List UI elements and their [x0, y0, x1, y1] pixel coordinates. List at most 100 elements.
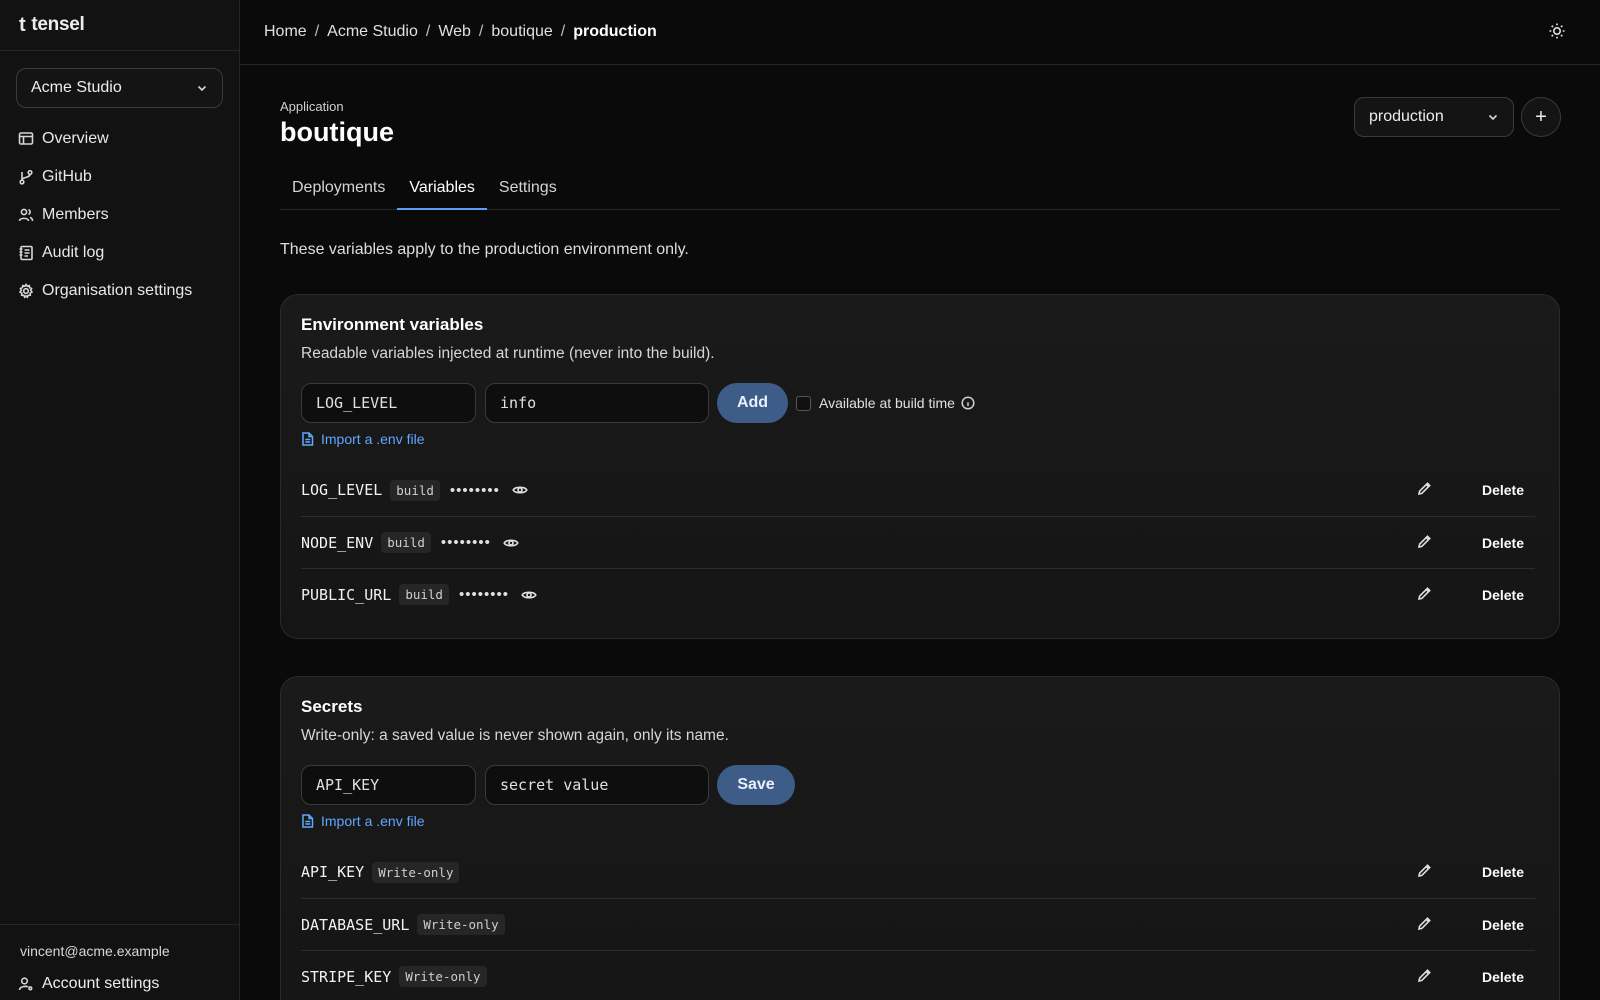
breadcrumb-separator: / — [425, 23, 431, 40]
sidebar-item-organisation-settings[interactable]: Organisation settings — [0, 272, 239, 310]
environment-selector[interactable]: production — [1354, 97, 1514, 137]
env-var-value-input[interactable]: info — [485, 383, 709, 423]
secret-name: API_KEY — [301, 863, 365, 881]
info-icon[interactable] — [961, 396, 975, 410]
secrets-card: Secrets Write-only: a saved value is nev… — [280, 676, 1560, 1000]
tab-bar: Deployments Variables Settings — [280, 173, 1560, 210]
environment-name: production — [1369, 108, 1444, 125]
build-time-label: Available at build time — [819, 395, 955, 411]
pencil-icon[interactable] — [1417, 916, 1435, 934]
masked-value: •••••••• — [440, 534, 491, 551]
sidebar-item-overview[interactable]: Overview — [0, 120, 239, 158]
delete-button[interactable]: Delete — [1471, 535, 1535, 551]
pencil-icon[interactable] — [1417, 863, 1435, 881]
tab-settings[interactable]: Settings — [487, 173, 569, 210]
secret-name: STRIPE_KEY — [301, 967, 392, 986]
sidebar-item-label: GitHub — [42, 168, 92, 185]
env-vars-description: Readable variables injected at runtime (… — [301, 345, 715, 362]
delete-button[interactable]: Delete — [1471, 482, 1535, 498]
build-time-checkbox[interactable] — [796, 395, 811, 411]
breadcrumb-org[interactable]: Acme Studio — [327, 23, 418, 41]
masked-value: •••••••• — [449, 481, 500, 499]
eye-icon[interactable] — [521, 587, 537, 603]
env-var-name-input[interactable]: LOG_LEVEL — [301, 383, 476, 423]
pencil-icon[interactable] — [1417, 534, 1435, 552]
audit-log-icon — [19, 245, 33, 261]
sidebar: t tensel Acme Studio Overview GitHub Mem… — [0, 0, 240, 1000]
sidebar-item-audit-log[interactable]: Audit log — [0, 234, 239, 272]
import-env-file-label: Import a .env file — [321, 431, 425, 447]
tab-deployments[interactable]: Deployments — [280, 173, 397, 210]
secret-name: DATABASE_URL — [301, 915, 410, 934]
org-name: Acme Studio — [31, 79, 122, 96]
breadcrumb-separator: / — [560, 23, 566, 40]
breadcrumb: Home / Acme Studio / Web / boutique / pr… — [264, 23, 657, 41]
breadcrumb-home[interactable]: Home — [264, 23, 307, 41]
write-only-badge: Write-only — [399, 966, 487, 987]
import-env-file-link[interactable]: Import a .env file — [301, 431, 425, 447]
env-var-name: PUBLIC_URL — [301, 585, 392, 604]
scope-note: These variables apply to the production … — [280, 241, 689, 258]
sidebar-item-label: Members — [42, 206, 109, 223]
breadcrumb-separator: / — [478, 23, 484, 40]
sun-icon — [1549, 23, 1565, 39]
build-badge: build — [399, 584, 449, 605]
eye-icon[interactable] — [512, 482, 528, 498]
sidebar-item-github[interactable]: GitHub — [0, 158, 239, 196]
row-actions: Delete — [1417, 517, 1535, 569]
delete-button[interactable]: Delete — [1471, 587, 1535, 603]
file-icon — [302, 814, 314, 828]
account-settings-label: Account settings — [42, 975, 160, 992]
delete-button[interactable]: Delete — [1471, 864, 1535, 880]
breadcrumb-app[interactable]: boutique — [491, 23, 552, 41]
build-badge: build — [381, 532, 431, 553]
write-only-badge: Write-only — [417, 914, 505, 935]
plus-icon: + — [1535, 105, 1547, 128]
sidebar-item-label: Overview — [42, 130, 109, 147]
overview-icon — [18, 132, 34, 145]
eye-icon[interactable] — [503, 535, 519, 551]
brand-mark-icon: t — [19, 13, 26, 36]
add-env-var-button[interactable]: Add — [717, 383, 788, 423]
env-var-row: NODE_ENV build •••••••• Delete — [301, 516, 1535, 568]
breadcrumb-environment: production — [573, 23, 657, 40]
row-actions: Delete — [1417, 569, 1535, 621]
file-icon — [302, 432, 314, 446]
app-kind-label: Application — [280, 99, 344, 114]
delete-button[interactable]: Delete — [1471, 969, 1535, 985]
brand-name: tensel — [31, 14, 85, 35]
secrets-title: Secrets — [301, 697, 363, 716]
top-bar: Home / Acme Studio / Web / boutique / pr… — [240, 0, 1600, 65]
sidebar-footer: vincent@acme.example Account settings — [0, 924, 239, 1000]
secret-value-input[interactable]: secret value — [485, 765, 709, 805]
user-email: vincent@acme.example — [20, 943, 170, 959]
git-branch-icon — [19, 169, 33, 185]
masked-value: •••••••• — [458, 586, 509, 603]
sidebar-item-label: Organisation settings — [42, 282, 193, 299]
members-icon — [18, 208, 34, 222]
save-secret-button[interactable]: Save — [717, 765, 795, 805]
brand-logo[interactable]: t tensel — [0, 0, 239, 51]
user-settings-icon — [18, 977, 33, 991]
env-vars-title: Environment variables — [301, 315, 484, 334]
import-env-file-link[interactable]: Import a .env file — [301, 813, 425, 829]
write-only-badge: Write-only — [372, 861, 460, 883]
account-settings-link[interactable]: Account settings — [18, 975, 159, 993]
tab-variables[interactable]: Variables — [397, 173, 487, 210]
breadcrumb-project[interactable]: Web — [438, 23, 471, 41]
pencil-icon[interactable] — [1417, 968, 1435, 986]
secret-row: DATABASE_URL Write-only Delete — [301, 898, 1535, 950]
env-var-row: PUBLIC_URL build •••••••• Delete — [301, 568, 1535, 620]
pencil-icon[interactable] — [1417, 586, 1435, 604]
add-environment-button[interactable]: + — [1521, 97, 1561, 137]
env-vars-card: Environment variables Readable variables… — [280, 294, 1560, 639]
sidebar-nav: Overview GitHub Members Audit log Organi… — [0, 120, 239, 310]
theme-toggle-button[interactable] — [1548, 22, 1568, 42]
delete-button[interactable]: Delete — [1471, 917, 1535, 933]
secret-name-input[interactable]: API_KEY — [301, 765, 476, 805]
sidebar-item-members[interactable]: Members — [0, 196, 239, 234]
org-selector[interactable]: Acme Studio — [16, 68, 223, 108]
pencil-icon[interactable] — [1417, 481, 1435, 499]
row-actions: Delete — [1417, 951, 1535, 1000]
build-time-checkbox-row[interactable]: Available at build time — [796, 395, 975, 411]
